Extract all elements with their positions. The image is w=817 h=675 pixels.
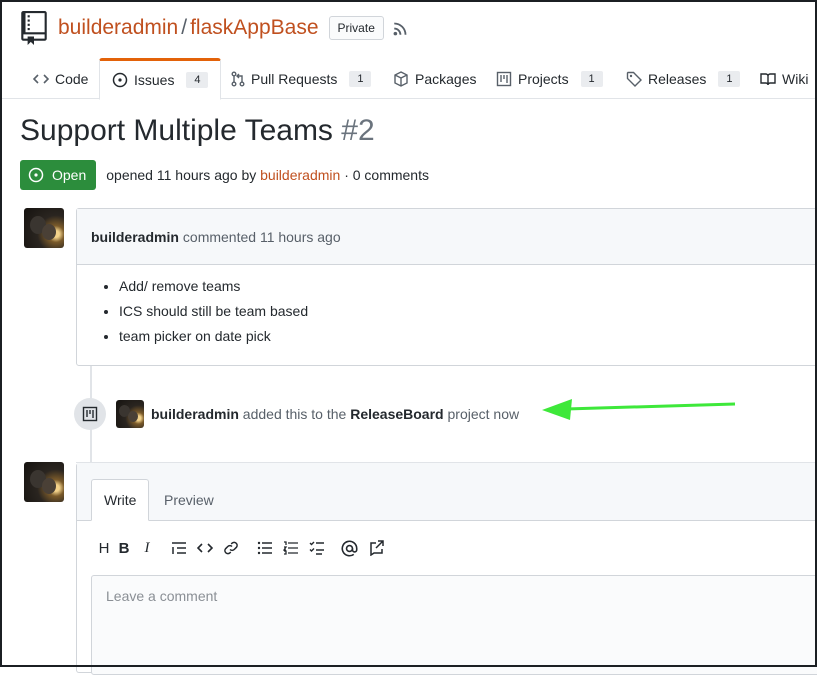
issue-title: Support Multiple Teams #2: [20, 114, 375, 148]
releases-count: 1: [718, 70, 741, 87]
tab-releases-label: Releases: [648, 70, 707, 87]
code-icon[interactable]: [197, 541, 213, 555]
repo-nav-tabs: Code Issues 4 Pull Requests 1 Packages P…: [0, 58, 817, 100]
tab-wiki-label: Wiki: [782, 70, 809, 87]
state-badge: Open: [20, 160, 97, 190]
repo-header: builderadmin / flaskAppBase Private: [20, 8, 410, 48]
issues-count: 4: [186, 72, 209, 88]
event-text-before: added this to the: [242, 406, 347, 422]
avatar[interactable]: [116, 400, 144, 428]
quote-icon[interactable]: [171, 541, 187, 555]
tab-packages[interactable]: Packages: [393, 58, 476, 99]
rss-icon[interactable]: [392, 19, 410, 37]
tab-issues[interactable]: Issues 4: [99, 58, 222, 100]
book-icon: [760, 72, 776, 85]
projects-count: 1: [580, 70, 603, 87]
tab-issues-label: Issues: [134, 72, 175, 88]
tab-releases[interactable]: Releases 1: [626, 58, 741, 99]
tab-projects-label: Projects: [518, 70, 569, 87]
annotation-arrow: [542, 399, 736, 420]
event-text-after[interactable]: project now: [448, 406, 520, 422]
issue-title-text: Support Multiple Teams: [20, 114, 333, 147]
heading-button[interactable]: H: [97, 539, 111, 557]
event-actor-link[interactable]: builderadmin: [151, 406, 239, 422]
bold-button[interactable]: B: [111, 539, 137, 557]
avatar[interactable]: [24, 208, 64, 248]
opened-text: opened 11 hours ago by: [106, 167, 257, 183]
package-icon: [394, 70, 408, 87]
project-icon: [82, 406, 98, 422]
code-icon: [33, 73, 49, 84]
cross-reference-icon[interactable]: [368, 540, 384, 556]
tab-write[interactable]: Write: [91, 479, 150, 521]
avatar[interactable]: [24, 462, 64, 502]
issue-author-link[interactable]: builderadmin: [260, 167, 340, 183]
tab-packages-label: Packages: [415, 70, 477, 87]
state-label: Open: [52, 167, 87, 183]
issue-number: #2: [341, 114, 375, 147]
list-item: Add/ remove teams: [119, 277, 817, 296]
project-event-badge: [74, 398, 106, 430]
tab-pull-requests-label: Pull Requests: [251, 70, 338, 87]
repo-owner-link[interactable]: builderadmin: [58, 16, 178, 40]
comment-count: · 0 comments: [344, 167, 429, 183]
tab-code[interactable]: Code: [33, 58, 88, 99]
link-icon[interactable]: [223, 540, 239, 556]
issue-opened-icon: [112, 72, 128, 88]
task-list-icon[interactable]: [309, 541, 325, 555]
tab-projects[interactable]: Projects 1: [496, 58, 603, 99]
repo-name-link[interactable]: flaskAppBase: [190, 16, 318, 40]
tag-icon: [626, 71, 642, 87]
tab-pull-requests[interactable]: Pull Requests 1: [231, 58, 372, 99]
tab-wiki[interactable]: Wiki: [760, 58, 808, 99]
tab-preview[interactable]: Preview: [152, 479, 226, 521]
comment-author-link[interactable]: builderadmin: [91, 229, 179, 245]
project-icon: [496, 71, 512, 86]
list-item: ICS should still be team based: [119, 302, 817, 321]
repo-path-separator: /: [181, 16, 188, 39]
pull-requests-count: 1: [349, 70, 372, 87]
new-comment-form: Write Preview H B I Leave a comment: [76, 463, 817, 675]
list-item: team picker on date pick: [119, 327, 817, 346]
repo-icon: [21, 11, 47, 45]
issue-comment: builderadmin commented 11 hours ago Add/…: [76, 208, 817, 366]
ordered-list-icon[interactable]: [283, 541, 299, 555]
comment-textarea[interactable]: Leave a comment: [91, 575, 817, 675]
comment-timestamp[interactable]: commented 11 hours ago: [183, 229, 341, 245]
comment-form-tabs: Write Preview: [77, 463, 817, 521]
issue-opened-icon: [28, 167, 44, 183]
italic-button[interactable]: I: [137, 539, 157, 557]
private-badge: Private: [328, 16, 384, 40]
timeline-event: builderadmin added this to the ReleaseBo…: [151, 406, 519, 422]
mention-icon[interactable]: [341, 540, 358, 557]
comment-body: Add/ remove teams ICS should still be te…: [77, 265, 817, 346]
tab-code-label: Code: [55, 70, 89, 87]
markdown-toolbar: H B I: [97, 539, 384, 557]
unordered-list-icon[interactable]: [257, 541, 273, 555]
event-project-link[interactable]: ReleaseBoard: [350, 406, 443, 422]
git-pull-request-icon: [231, 71, 245, 86]
issue-meta: Open opened 11 hours ago by builderadmin…: [20, 160, 429, 190]
comment-header: builderadmin commented 11 hours ago: [77, 209, 817, 265]
